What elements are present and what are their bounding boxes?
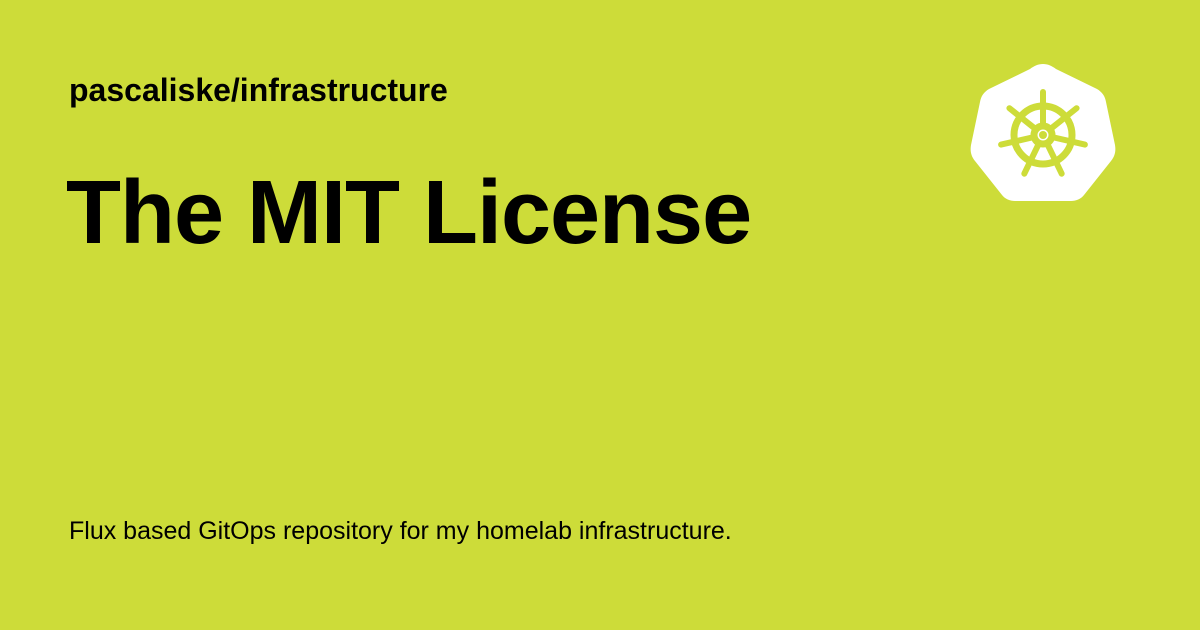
kubernetes-helm-icon [970, 64, 1116, 201]
kubernetes-logo [968, 56, 1118, 202]
social-card: pascaliske/infrastructure The MIT Licens… [0, 0, 1200, 630]
page-title: The MIT License [66, 163, 752, 263]
repository-description: Flux based GitOps repository for my home… [69, 517, 732, 545]
repository-name: pascaliske/infrastructure [69, 72, 448, 108]
